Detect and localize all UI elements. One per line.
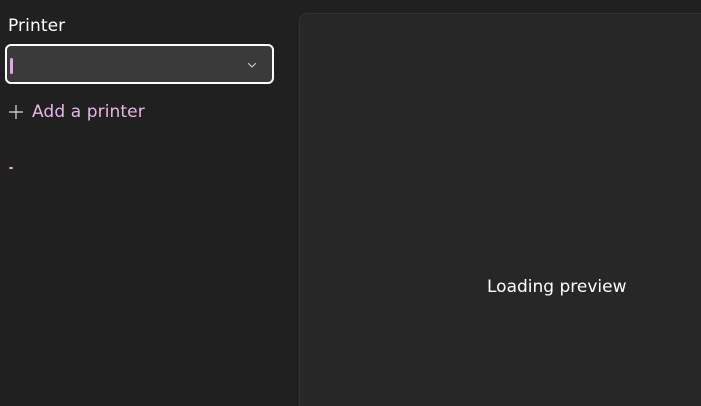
plus-icon — [8, 104, 24, 120]
preview-status-text: Loading preview — [487, 277, 627, 297]
print-preview-pane — [299, 13, 701, 406]
focus-indicator — [10, 58, 13, 74]
add-printer-button[interactable]: Add a printer — [8, 100, 145, 124]
chevron-down-icon — [247, 62, 257, 68]
printer-select[interactable] — [5, 44, 274, 84]
add-printer-label: Add a printer — [32, 102, 145, 122]
print-dialog: Printer Add a printer Loading preview — [0, 0, 701, 406]
printer-label: Printer — [8, 16, 66, 36]
loading-indicator — [9, 167, 13, 169]
